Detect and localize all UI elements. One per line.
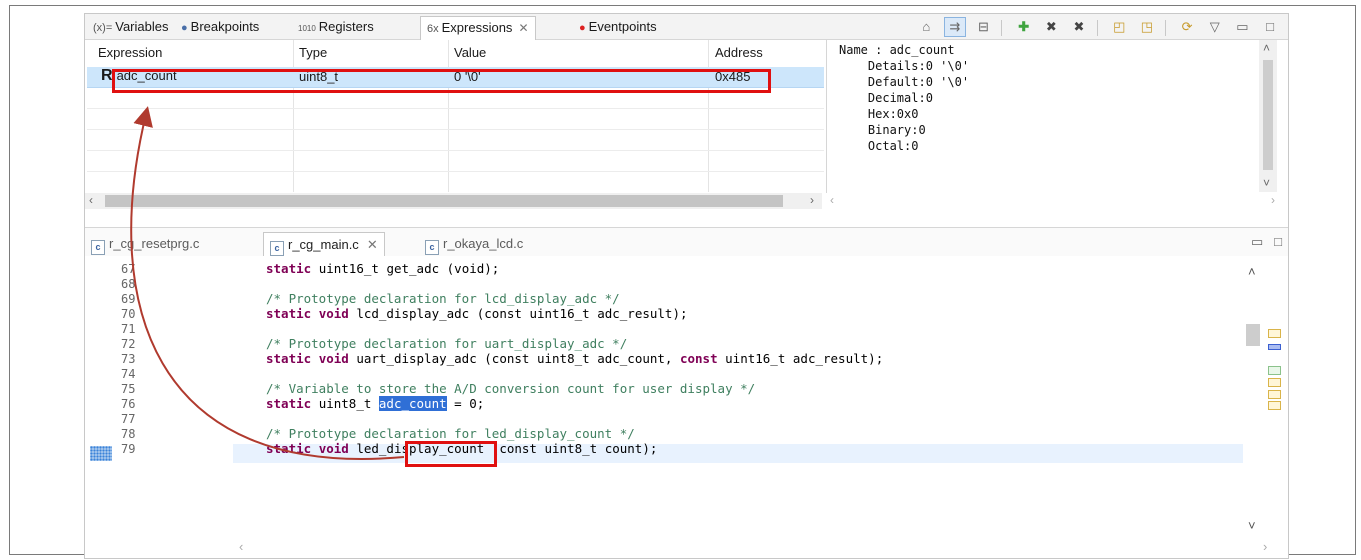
- annotation-arrow: [130, 106, 405, 460]
